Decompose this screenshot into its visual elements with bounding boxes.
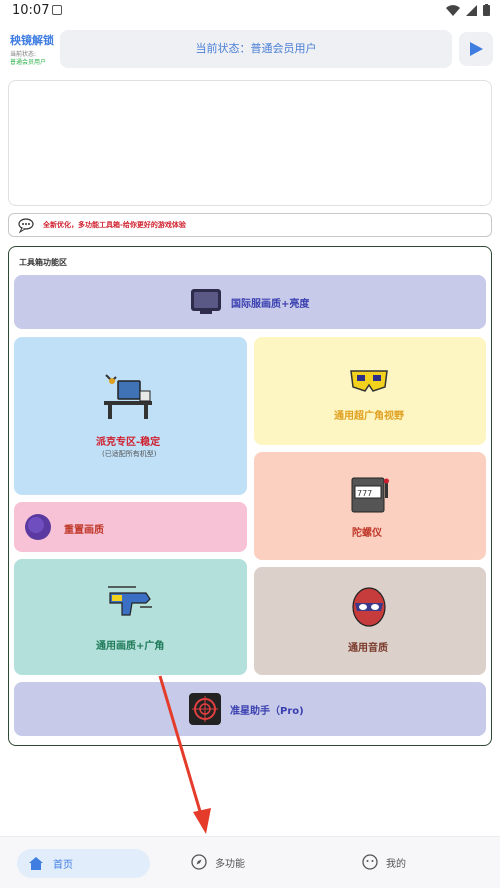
crosshair-icon <box>189 693 221 725</box>
tile-label: 通用超广角视野 <box>334 411 404 422</box>
member-status-text: 当前状态：普通会员用户 <box>195 42 317 55</box>
tile-label: 派克专区-稳定 <box>96 437 161 448</box>
announcement-icon <box>18 218 34 233</box>
tile-label: 重置画质 <box>64 525 104 536</box>
app-header: 秧镜解锁 当前状态: 普通会员用户 当前状态：普通会员用户 <box>0 28 500 72</box>
tile-sublabel: (已适配所有机型) <box>102 450 157 458</box>
wifi-icon <box>446 4 460 16</box>
vr-goggles-icon <box>350 370 388 392</box>
nav-home-label: 首页 <box>53 860 73 871</box>
tile-quality-wide[interactable]: 通用画质+广角 <box>14 559 247 675</box>
toolbox-title: 工具箱功能区 <box>19 258 67 267</box>
tile-label: 准星助手（Pro) <box>230 706 304 717</box>
nav-features[interactable]: 多功能 <box>191 854 245 870</box>
tile-label: 陀螺仪 <box>352 528 382 539</box>
notification-icon <box>52 5 62 15</box>
battery-icon <box>483 4 490 16</box>
member-status-box: 当前状态：普通会员用户 <box>60 30 452 68</box>
nav-features-label: 多功能 <box>215 858 245 870</box>
slot-machine-icon: 777 <box>351 477 389 513</box>
nav-mine[interactable]: 我的 <box>362 854 406 870</box>
tile-label: 通用画质+广角 <box>96 641 165 652</box>
svg-text:777: 777 <box>357 489 372 498</box>
tile-audio-quality[interactable]: 通用音质 <box>254 567 486 675</box>
mask-icon <box>352 587 386 627</box>
app-subtitle-member: 普通会员用户 <box>10 59 47 66</box>
send-button[interactable] <box>459 32 493 66</box>
tile-gyroscope[interactable]: 777 陀螺仪 <box>254 452 486 560</box>
notice-text: 全新优化，多功能工具箱-给你更好的游戏体验 <box>43 221 186 229</box>
signal-icon <box>466 4 477 16</box>
status-time: 10:07 <box>12 3 50 18</box>
tile-crosshair-assistant[interactable]: 准星助手（Pro) <box>14 682 486 736</box>
reset-circle-icon <box>25 514 51 540</box>
notice-bar: 全新优化，多功能工具箱-给你更好的游戏体验 <box>8 213 492 237</box>
toolbox-panel: 工具箱功能区 国际服画质+亮度 派克专区-稳定 (已适配所有机型) 通用超广角视… <box>8 246 492 746</box>
tile-reset-quality[interactable]: 重置画质 <box>14 502 247 552</box>
nav-home[interactable]: 首页 <box>17 849 150 878</box>
home-icon <box>29 857 43 870</box>
nav-mine-label: 我的 <box>386 858 406 870</box>
content-card <box>8 80 492 206</box>
status-bar: 10:07 <box>0 0 500 22</box>
compass-icon <box>191 854 207 870</box>
status-icons <box>446 4 490 16</box>
play-icon <box>470 42 483 56</box>
tablet-icon <box>191 289 221 314</box>
smile-icon <box>362 854 378 870</box>
app-title: 秧镜解锁 <box>10 34 54 47</box>
tile-pike-zone[interactable]: 派克专区-稳定 (已适配所有机型) <box>14 337 247 495</box>
tile-label: 国际服画质+亮度 <box>231 299 310 310</box>
blaster-icon <box>108 586 152 616</box>
tile-ultra-wide[interactable]: 通用超广角视野 <box>254 337 486 445</box>
tile-label: 通用音质 <box>348 643 388 654</box>
bottom-nav: 首页 多功能 我的 <box>0 836 500 888</box>
desk-icon <box>104 374 152 419</box>
tile-intl-quality[interactable]: 国际服画质+亮度 <box>14 275 486 329</box>
